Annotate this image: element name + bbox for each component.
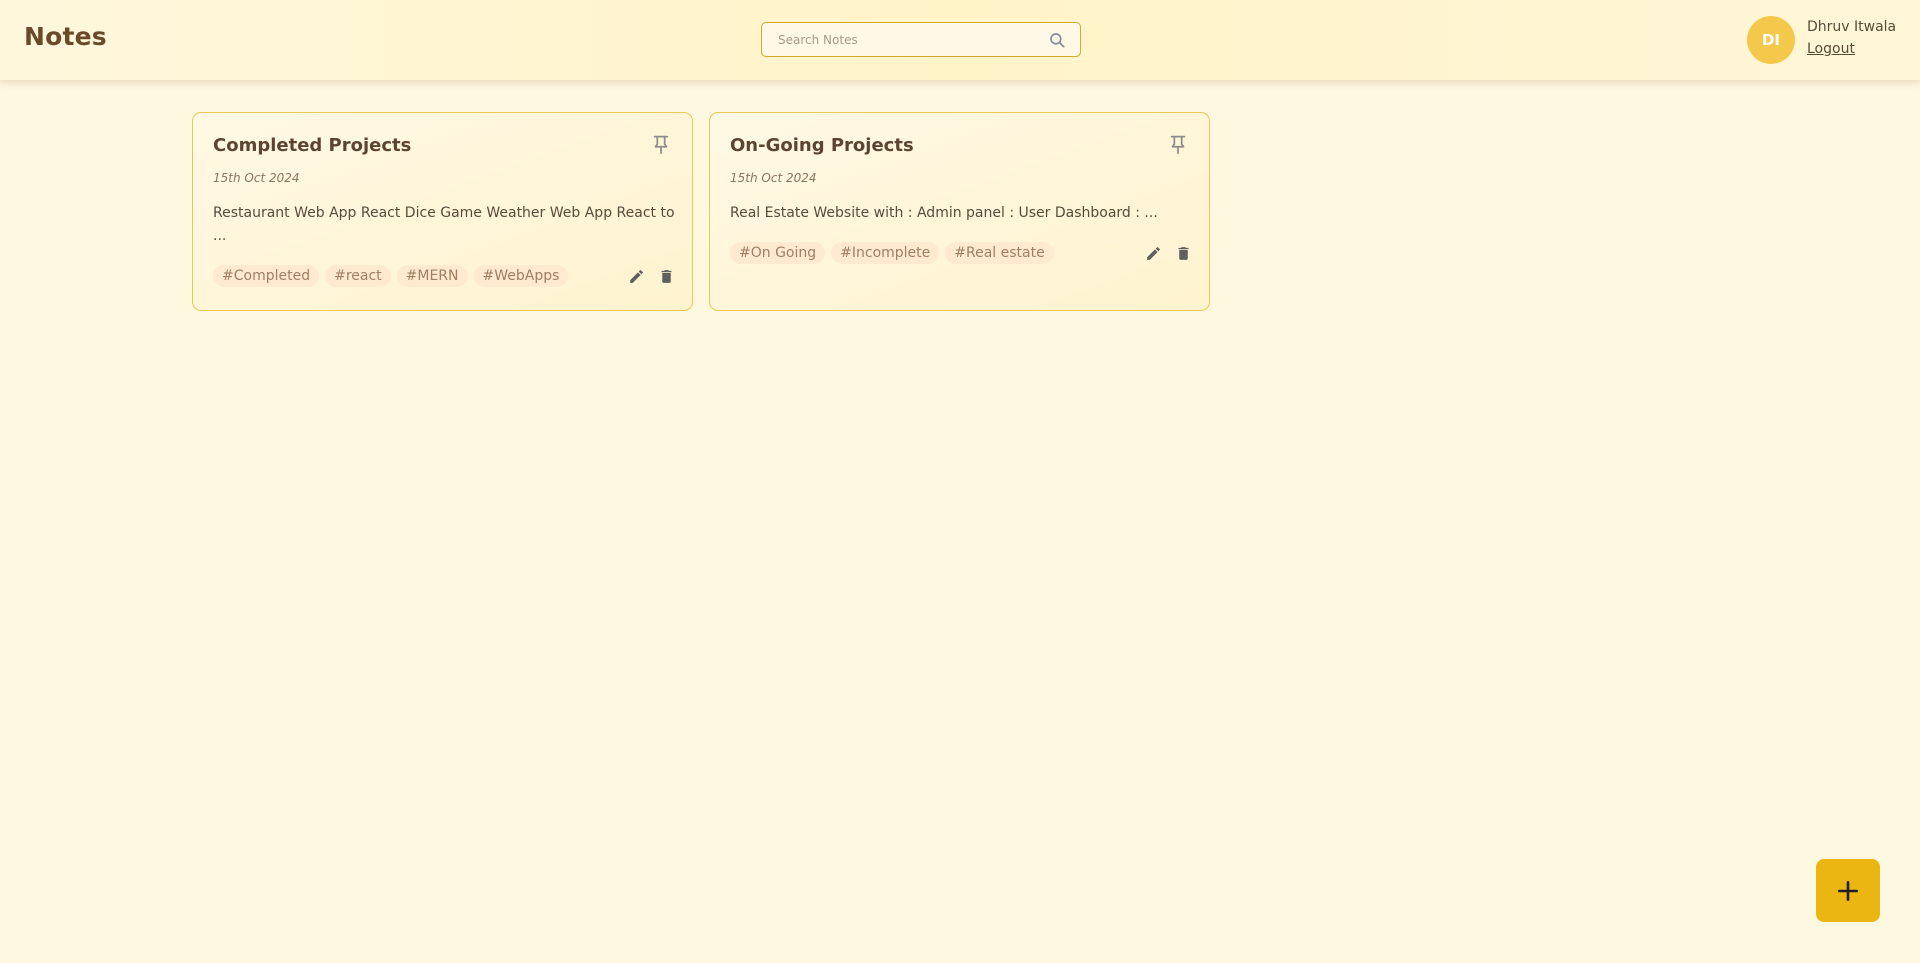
search-input[interactable] xyxy=(778,23,1038,56)
note-content: Restaurant Web App React Dice Game Weath… xyxy=(213,205,675,244)
note-card[interactable]: Completed Projects 15th Oct 2024 Restaur… xyxy=(192,112,693,311)
search-icon[interactable] xyxy=(1048,31,1066,49)
note-title: Completed Projects xyxy=(213,135,412,156)
search-bar xyxy=(761,22,1081,57)
tag-list: #On Going #Incomplete #Real estate xyxy=(730,242,1054,264)
tag-chip[interactable]: #MERN xyxy=(396,265,468,287)
top-navbar: Notes DI Dhruv Itwala Logout xyxy=(0,0,1920,80)
add-note-button[interactable] xyxy=(1816,859,1880,922)
tag-chip[interactable]: #Incomplete xyxy=(831,242,940,264)
pencil-icon[interactable] xyxy=(628,268,645,285)
trash-icon[interactable] xyxy=(1175,245,1192,262)
note-actions xyxy=(628,268,675,285)
app-title: Notes xyxy=(24,22,107,51)
tag-chip[interactable]: #react xyxy=(325,265,391,287)
tag-chip[interactable]: #Real estate xyxy=(945,242,1054,264)
user-avatar: DI xyxy=(1747,16,1795,64)
tag-chip[interactable]: #On Going xyxy=(730,242,826,264)
note-actions xyxy=(1145,245,1192,262)
note-card[interactable]: On-Going Projects 15th Oct 2024 Real Est… xyxy=(709,112,1210,311)
note-date: 15th Oct 2024 xyxy=(213,171,300,185)
logout-link[interactable]: Logout xyxy=(1807,41,1855,57)
pin-icon[interactable] xyxy=(650,133,672,155)
note-title: On-Going Projects xyxy=(730,135,914,156)
tag-chip[interactable]: #Completed xyxy=(213,265,320,287)
trash-icon[interactable] xyxy=(658,268,675,285)
plus-icon xyxy=(1838,880,1858,901)
note-content: Real Estate Website with : Admin panel :… xyxy=(730,205,1158,221)
tag-list: #Completed #react #MERN #WebApps xyxy=(213,265,569,287)
tag-chip[interactable]: #WebApps xyxy=(473,265,569,287)
pencil-icon[interactable] xyxy=(1145,245,1162,262)
user-name: Dhruv Itwala xyxy=(1807,19,1897,35)
note-date: 15th Oct 2024 xyxy=(730,171,817,185)
pin-icon[interactable] xyxy=(1167,133,1189,155)
